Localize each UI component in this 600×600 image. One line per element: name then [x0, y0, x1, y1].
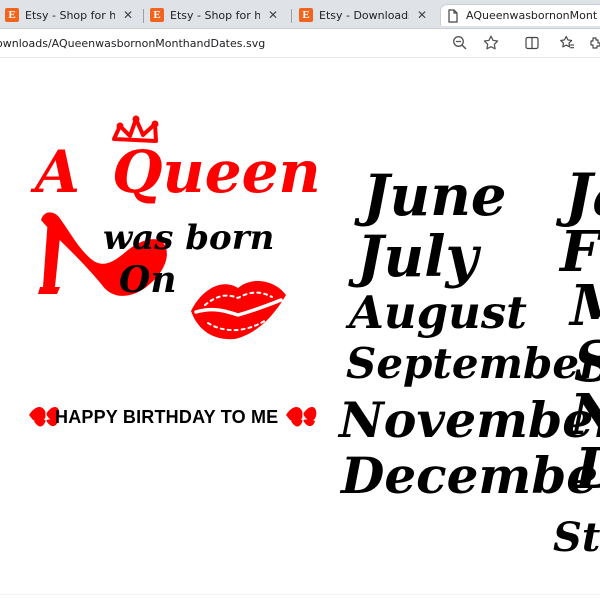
tab-etsy-downloads[interactable]: E Etsy - Downloads ✕: [294, 4, 437, 26]
document-icon: [446, 8, 460, 23]
zoom-out-icon[interactable]: [450, 33, 470, 53]
browser-window: E Etsy - Shop for handmade ✕ E Etsy - Sh…: [0, 0, 600, 600]
tab-separator: [291, 9, 292, 23]
month-august: August: [345, 286, 527, 339]
favorite-star-icon[interactable]: [481, 33, 501, 53]
url-text: ownloads/AQueenwasbornonMonthandDates.sv…: [0, 36, 266, 50]
favorites-icon[interactable]: [557, 33, 577, 53]
split-screen-icon-svg: [525, 36, 539, 50]
month-cut-bottom: St: [553, 514, 600, 561]
lips-icon: [191, 280, 286, 340]
month-december: December: [339, 446, 600, 505]
zoom-out-icon-svg: [453, 36, 467, 50]
etsy-icon: E: [5, 8, 19, 22]
tab-etsy-handmade-2[interactable]: E Etsy - Shop for handmade ✕: [145, 4, 288, 26]
tab-separator: [143, 9, 144, 23]
tab-strip: E Etsy - Shop for handmade ✕ E Etsy - Sh…: [0, 0, 600, 29]
tab-etsy-handmade-1[interactable]: E Etsy - Shop for handmade ✕: [0, 4, 143, 26]
close-icon[interactable]: ✕: [121, 8, 135, 22]
address-bar: ownloads/AQueenwasbornonMonthandDates.sv…: [0, 29, 600, 58]
bottom-border: [0, 594, 600, 595]
headline-queen: Queen: [112, 138, 321, 206]
tab-title: Etsy - Shop for handmade: [170, 8, 260, 22]
butterfly-right-icon: [286, 407, 317, 427]
favorite-star-icon-svg: [483, 35, 499, 50]
etsy-icon: E: [299, 8, 313, 22]
month-cut-d: D: [573, 436, 600, 502]
headline-a: A: [30, 138, 80, 206]
month-september: September: [346, 339, 600, 388]
tab-title: AQueenwasbornonMonthandDates.svg: [466, 9, 597, 22]
was-born-text: was born: [103, 218, 274, 258]
month-june: June: [354, 163, 507, 229]
month-july: July: [348, 224, 481, 290]
close-icon[interactable]: ✕: [266, 8, 280, 22]
on-text: On: [119, 259, 177, 301]
extensions-icon[interactable]: [586, 33, 600, 53]
favorites-icon-svg: [560, 35, 574, 49]
document-shape: [448, 8, 458, 23]
month-november: November: [337, 391, 600, 449]
birthday-text: HAPPY BIRTHDAY TO ME: [55, 407, 278, 427]
etsy-icon: E: [150, 8, 164, 22]
svg-preview-area: A Queen was born On HAPPY BIRTHDAY TO ME…: [0, 58, 600, 600]
close-icon[interactable]: ✕: [415, 8, 429, 22]
tab-title: Etsy - Downloads: [319, 8, 409, 22]
split-screen-icon[interactable]: [522, 33, 542, 53]
svg-artwork: A Queen was born On HAPPY BIRTHDAY TO ME…: [29, 115, 600, 561]
url-field[interactable]: ownloads/AQueenwasbornonMonthandDates.sv…: [0, 32, 510, 54]
extensions-icon-svg: [590, 37, 600, 49]
tab-title: Etsy - Shop for handmade: [25, 8, 115, 22]
tab-svg-file[interactable]: AQueenwasbornonMonthandDates.svg: [440, 4, 600, 26]
